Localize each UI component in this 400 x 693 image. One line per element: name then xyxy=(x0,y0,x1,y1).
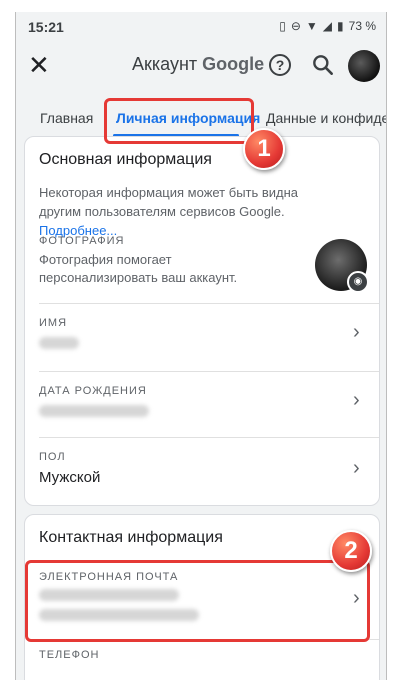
chevron-right-icon[interactable]: › xyxy=(353,389,360,412)
divider xyxy=(39,437,379,438)
camera-icon: ◉ xyxy=(347,271,369,293)
basic-info-title: Основная информация xyxy=(39,151,212,168)
battery-level: 73 % xyxy=(348,19,376,33)
dnd-icon: ⊖ xyxy=(290,19,301,33)
app-title-prefix: Аккаунт xyxy=(132,54,198,74)
phone-label: ТЕЛЕФОН xyxy=(39,649,100,661)
highlight-email-row xyxy=(25,560,370,642)
signal-icon: ◢ xyxy=(322,19,333,33)
app-bar: ✕ Аккаунт Google ? xyxy=(16,40,386,92)
contact-info-title: Контактная информация xyxy=(39,529,223,546)
birthday-value-blurred xyxy=(39,405,149,417)
search-icon[interactable] xyxy=(310,52,336,78)
battery-icon: ▮ xyxy=(337,19,344,33)
gender-value: Мужской xyxy=(39,469,101,486)
basic-info-card: Основная информация Некоторая информация… xyxy=(24,136,380,506)
vibrate-icon: ▯ xyxy=(279,19,286,33)
avatar[interactable] xyxy=(348,50,380,82)
chevron-right-icon[interactable]: › xyxy=(353,457,360,480)
tab-data-privacy[interactable]: Данные и конфиде xyxy=(266,110,386,126)
divider xyxy=(39,371,379,372)
photo-label: ФОТОГРАФИЯ xyxy=(39,235,125,247)
name-label: ИМЯ xyxy=(39,317,68,329)
annotation-badge-2: 2 xyxy=(330,530,372,572)
gender-label: ПОЛ xyxy=(39,451,66,463)
photo-hint: Фотография помогает персонализировать ва… xyxy=(39,252,238,285)
close-icon[interactable]: ✕ xyxy=(28,52,50,78)
app-title: Аккаунт Google xyxy=(132,54,264,75)
divider xyxy=(39,303,379,304)
status-icons: ▯ ⊖ ▼ ◢ ▮ 73 % xyxy=(279,19,376,33)
basic-info-description: Некоторая информация может быть видна др… xyxy=(39,183,329,240)
tab-home[interactable]: Главная xyxy=(40,110,93,126)
chevron-right-icon[interactable]: › xyxy=(353,321,360,344)
wifi-icon: ▼ xyxy=(305,19,318,33)
name-value-blurred xyxy=(39,337,79,349)
status-time: 15:21 xyxy=(28,19,64,35)
app-title-brand: Google xyxy=(202,54,265,74)
birthday-label: ДАТА РОЖДЕНИЯ xyxy=(39,385,147,397)
highlight-personal-info-tab xyxy=(104,98,254,144)
profile-photo[interactable]: ◉ xyxy=(315,239,369,293)
status-bar: 15:21 ▯ ⊖ ▼ ◢ ▮ 73 % xyxy=(16,12,386,40)
annotation-badge-1: 1 xyxy=(243,128,285,170)
help-icon[interactable]: ? xyxy=(269,54,291,76)
basic-info-description-text: Некоторая информация может быть видна др… xyxy=(39,185,299,219)
